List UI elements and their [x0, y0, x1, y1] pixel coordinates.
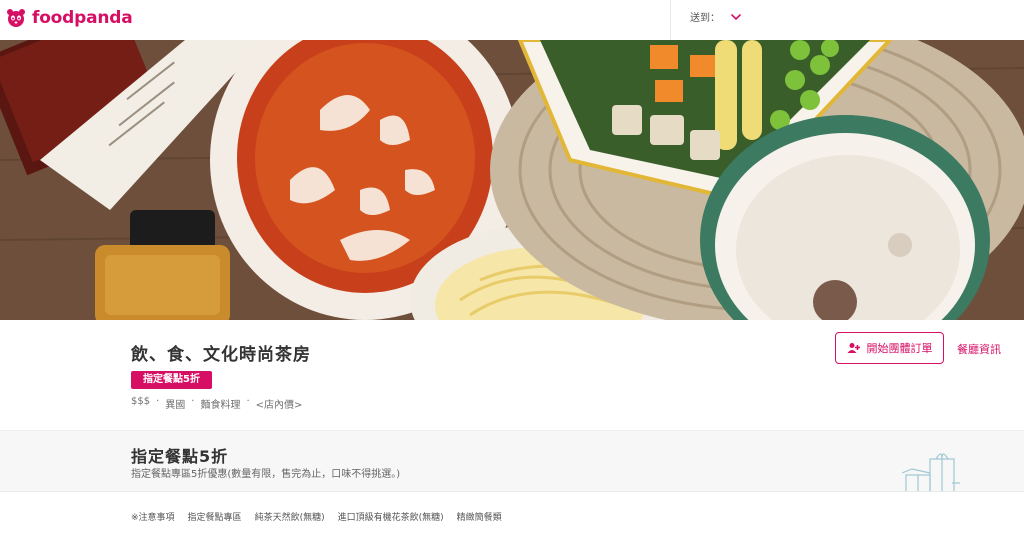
deliver-to-selector[interactable]: 送到： [690, 9, 742, 24]
price-note: <店內價> [255, 400, 303, 411]
header-divider [670, 0, 671, 40]
deliver-label: 送到： [690, 13, 720, 24]
hero-food-image [0, 40, 1024, 320]
vendor-name: 飲、食、文化時尚茶房 [131, 345, 311, 365]
chevron-down-icon [731, 13, 741, 20]
panda-logo-icon [7, 9, 25, 27]
foodpanda-logo[interactable]: foodpanda [6, 6, 133, 30]
group-order-button[interactable]: 開始團體訂單 [835, 332, 944, 364]
category-notice[interactable]: ※注意事項 [131, 510, 175, 523]
category-light-meals[interactable]: 精緻簡餐類 [457, 510, 502, 523]
hero-food-illustration [0, 40, 1024, 320]
meta-separator: · [246, 396, 250, 407]
vendor-info-link[interactable]: 餐廳資訊 [957, 341, 1001, 357]
gift-box-icon [902, 453, 960, 493]
meta-separator: · [156, 396, 160, 407]
category-flower-tea[interactable]: 進口頂級有機花茶飲(無糖) [338, 510, 444, 523]
category-pure-tea[interactable]: 純茶天然飲(無糖) [255, 510, 325, 523]
category-featured-deals[interactable]: 指定餐點專區 [188, 510, 242, 523]
deal-title: 指定餐點5折 [131, 447, 229, 466]
menu-category-nav: ※注意事項 指定餐點專區 純茶天然飲(無糖) 進口頂級有機花茶飲(無糖) 精緻簡… [0, 491, 1024, 544]
promo-badge: 指定餐點5折 [131, 371, 212, 389]
cuisine-tag: 異國 [165, 400, 186, 411]
vendor-meta: $$$ · 異國 · 麵食料理 · <店內價> [131, 396, 302, 411]
price-level: $$$ [131, 396, 151, 407]
brand-name: foodpanda [32, 8, 133, 28]
menu-category-list: ※注意事項 指定餐點專區 純茶天然飲(無糖) 進口頂級有機花茶飲(無糖) 精緻簡… [131, 510, 502, 523]
group-users-icon [847, 343, 860, 353]
vendor-info: 飲、食、文化時尚茶房 指定餐點5折 $$$ · 異國 · 麵食料理 · <店內價… [0, 320, 1024, 430]
deal-description: 指定餐點專區5折優惠(數量有限，售完為止，口味不得挑選。) [131, 469, 401, 480]
group-order-label: 開始團體訂單 [866, 342, 933, 355]
top-header: foodpanda 送到： [0, 0, 1024, 40]
cuisine-tag: 麵食料理 [200, 400, 241, 411]
deal-banner: 指定餐點5折 指定餐點專區5折優惠(數量有限，售完為止，口味不得挑選。) [0, 430, 1024, 493]
meta-separator: · [191, 396, 195, 407]
